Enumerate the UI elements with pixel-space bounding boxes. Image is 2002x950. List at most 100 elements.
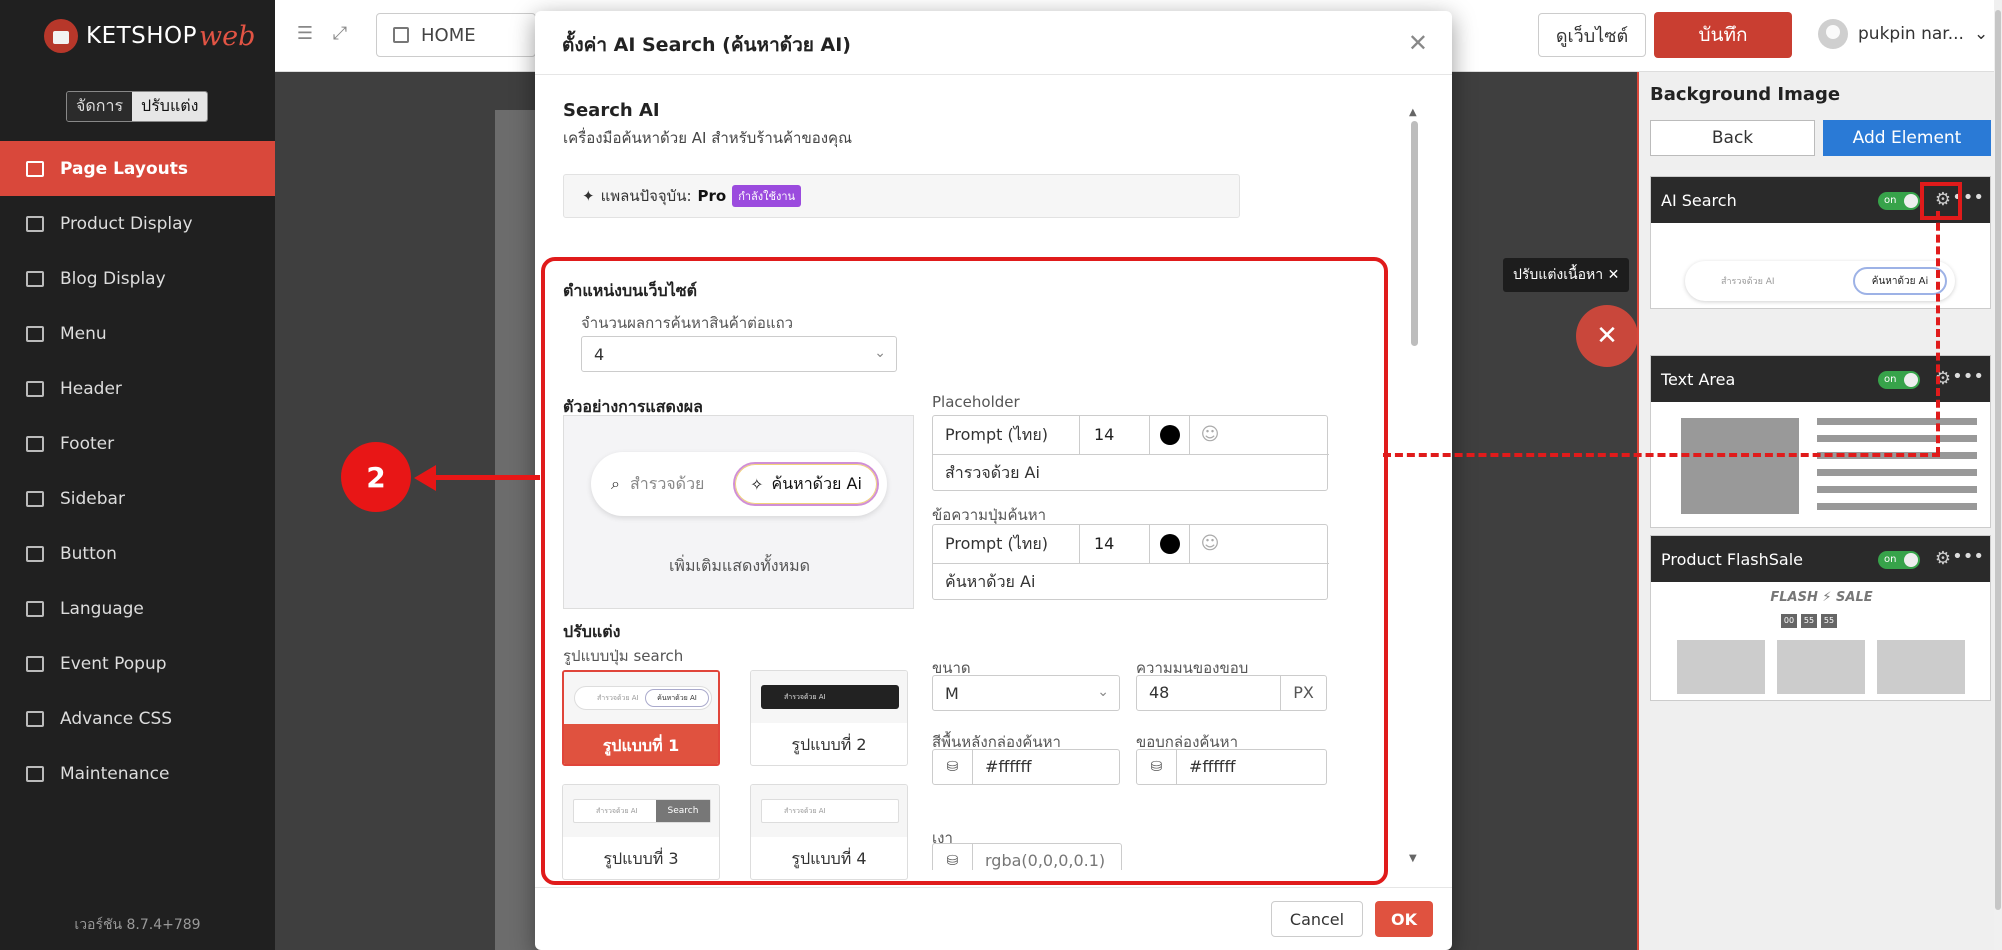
visibility-toggle[interactable]: on bbox=[1878, 551, 1920, 569]
header-icon bbox=[26, 380, 44, 397]
grid-icon bbox=[26, 215, 44, 232]
shop-logo-icon bbox=[44, 19, 78, 53]
scroll-thumb[interactable] bbox=[1995, 10, 2001, 910]
more-icon[interactable]: ••• bbox=[1952, 366, 1984, 387]
sidebar-item-blog-display[interactable]: Blog Display bbox=[0, 251, 275, 306]
preview-placeholder: สำรวจด้วย AI bbox=[1721, 277, 1775, 287]
version-label: เวอร์ชัน 8.7.4+789 bbox=[74, 917, 201, 933]
more-icon[interactable]: ••• bbox=[1952, 546, 1984, 567]
sidebar-menu: Page Layouts Product Display Blog Displa… bbox=[0, 141, 275, 801]
page-scrollbar[interactable] bbox=[1994, 0, 2002, 950]
sidebar-item-label: Button bbox=[60, 543, 117, 564]
page-selector[interactable]: HOME bbox=[376, 13, 536, 57]
step-number-callout: 2 bbox=[341, 442, 411, 512]
sidebar-item-label: Sidebar bbox=[60, 488, 125, 509]
brand-name: KETSHOP bbox=[86, 23, 198, 49]
cancel-button[interactable]: Cancel bbox=[1271, 901, 1363, 937]
dashed-connector-horizontal bbox=[1383, 453, 1940, 457]
right-panel: Background Image Back Add Element AI Sea… bbox=[1637, 72, 1995, 950]
sidebar-item-button[interactable]: Button bbox=[0, 526, 275, 581]
ai-search-preview: สำรวจด้วย AI ค้นหาด้วย Ai bbox=[1685, 261, 1955, 301]
chevron-down-icon: ⌄ bbox=[1973, 24, 1989, 44]
view-site-button[interactable]: ดูเว็บไซต์ bbox=[1538, 13, 1646, 57]
sidebar-item-header[interactable]: Header bbox=[0, 361, 275, 416]
gear-icon[interactable]: ⚙ bbox=[1932, 548, 1954, 570]
timer-minutes: 55 bbox=[1801, 614, 1817, 628]
arrow-shaft bbox=[430, 475, 540, 480]
divider bbox=[535, 74, 1452, 75]
sidebar-item-language[interactable]: Language bbox=[0, 581, 275, 636]
sidebar-item-label: Language bbox=[60, 598, 144, 619]
close-edit-button[interactable]: ✕ bbox=[1576, 305, 1638, 367]
toggle-icon bbox=[26, 545, 44, 562]
sidebar: KETSHOP web จัดการ ปรับแต่ง Page Layouts… bbox=[0, 0, 275, 950]
user-menu[interactable]: pukpin nar... ⌄ bbox=[1818, 19, 1988, 49]
card-title: Product FlashSale bbox=[1661, 549, 1804, 569]
plan-label: แพลนปัจจุบัน: bbox=[600, 187, 692, 205]
visibility-toggle[interactable]: on bbox=[1878, 371, 1920, 389]
back-button[interactable]: Back bbox=[1650, 120, 1815, 156]
mode-toggle: จัดการ ปรับแต่ง bbox=[66, 91, 209, 122]
image-placeholder-icon bbox=[1681, 418, 1799, 514]
tooltip-text: ปรับแต่งเนื้อหา bbox=[1513, 267, 1604, 283]
scroll-up-icon[interactable]: ▲ bbox=[1409, 107, 1417, 118]
save-button[interactable]: บันทึก bbox=[1654, 12, 1792, 58]
panel-title: Background Image bbox=[1650, 84, 1841, 105]
product-image-placeholder-icon bbox=[1677, 640, 1765, 694]
sidebar-item-label: Maintenance bbox=[60, 763, 170, 784]
sidebar-item-label: Product Display bbox=[60, 213, 193, 234]
sidebar-item-label: Footer bbox=[60, 433, 115, 454]
modal-scrollbar[interactable]: ▲ ▼ bbox=[1409, 107, 1419, 867]
footer-icon bbox=[26, 435, 44, 452]
layout-icon bbox=[26, 160, 44, 177]
bug-icon bbox=[26, 765, 44, 782]
mode-manage-button[interactable]: จัดการ bbox=[67, 92, 133, 121]
fullscreen-icon[interactable]: ⤢ bbox=[330, 24, 350, 44]
popup-icon bbox=[26, 655, 44, 672]
divider bbox=[535, 887, 1452, 888]
flashsale-timer: 00 55 55 bbox=[1781, 614, 1837, 628]
close-icon[interactable]: ✕ bbox=[1408, 29, 1428, 57]
text-lines-preview bbox=[1817, 418, 1977, 520]
scroll-down-icon[interactable]: ▼ bbox=[1409, 853, 1417, 864]
avatar bbox=[1818, 19, 1848, 49]
add-element-button[interactable]: Add Element bbox=[1823, 120, 1991, 156]
sidebar-item-advance-css[interactable]: Advance CSS bbox=[0, 691, 275, 746]
brand-logo[interactable]: KETSHOP web bbox=[44, 16, 255, 56]
sidebar-item-page-layouts[interactable]: Page Layouts bbox=[0, 141, 275, 196]
page-selector-label: HOME bbox=[421, 24, 476, 46]
sidebar-item-label: Advance CSS bbox=[60, 708, 173, 729]
sidebar-item-event-popup[interactable]: Event Popup bbox=[0, 636, 275, 691]
gear-highlight-annotation bbox=[1920, 182, 1962, 220]
sidebar-item-label: Page Layouts bbox=[60, 158, 188, 179]
mode-customize-button[interactable]: ปรับแต่ง bbox=[132, 92, 208, 121]
element-card-product-flashsale[interactable]: Product FlashSale on ⚙ ••• FLASH ⚡ SALE … bbox=[1650, 535, 1991, 701]
sidebar-item-sidebar[interactable]: Sidebar bbox=[0, 471, 275, 526]
card-title: Text Area bbox=[1661, 369, 1736, 389]
card-title: AI Search bbox=[1661, 190, 1737, 210]
plan-value: Pro bbox=[697, 187, 727, 205]
sidebar-item-product-display[interactable]: Product Display bbox=[0, 196, 275, 251]
current-plan-box: ✦ แพลนปัจจุบัน: Pro กำลังใช้งาน bbox=[563, 174, 1240, 218]
edit-content-tooltip: ปรับแต่งเนื้อหา ✕ bbox=[1503, 258, 1630, 292]
sidebar-item-label: Menu bbox=[60, 323, 107, 344]
close-icon[interactable]: ✕ bbox=[1608, 267, 1620, 283]
collapse-menu-icon[interactable]: ☰ bbox=[295, 24, 315, 44]
section-subtitle: เครื่องมือค้นหาด้วย AI สำหรับร้านค้าของค… bbox=[563, 129, 852, 147]
sidebar-item-footer[interactable]: Footer bbox=[0, 416, 275, 471]
timer-seconds: 55 bbox=[1821, 614, 1837, 628]
plan-status-badge: กำลังใช้งาน bbox=[732, 185, 802, 207]
visibility-toggle[interactable]: on bbox=[1878, 192, 1920, 210]
arrow-left-icon bbox=[414, 465, 436, 491]
sidebar-item-menu[interactable]: Menu bbox=[0, 306, 275, 361]
dashed-connector-vertical bbox=[1936, 211, 1940, 455]
css-icon bbox=[26, 710, 44, 727]
page-icon bbox=[393, 27, 409, 43]
menu-icon bbox=[26, 325, 44, 342]
sidebar-item-maintenance[interactable]: Maintenance bbox=[0, 746, 275, 801]
language-icon bbox=[26, 600, 44, 617]
scroll-thumb[interactable] bbox=[1411, 121, 1418, 346]
sidebar-icon bbox=[26, 490, 44, 507]
ai-search-settings-modal: ตั้งค่า AI Search (ค้นหาด้วย AI) ✕ Searc… bbox=[535, 11, 1452, 950]
ok-button[interactable]: OK bbox=[1375, 901, 1433, 937]
